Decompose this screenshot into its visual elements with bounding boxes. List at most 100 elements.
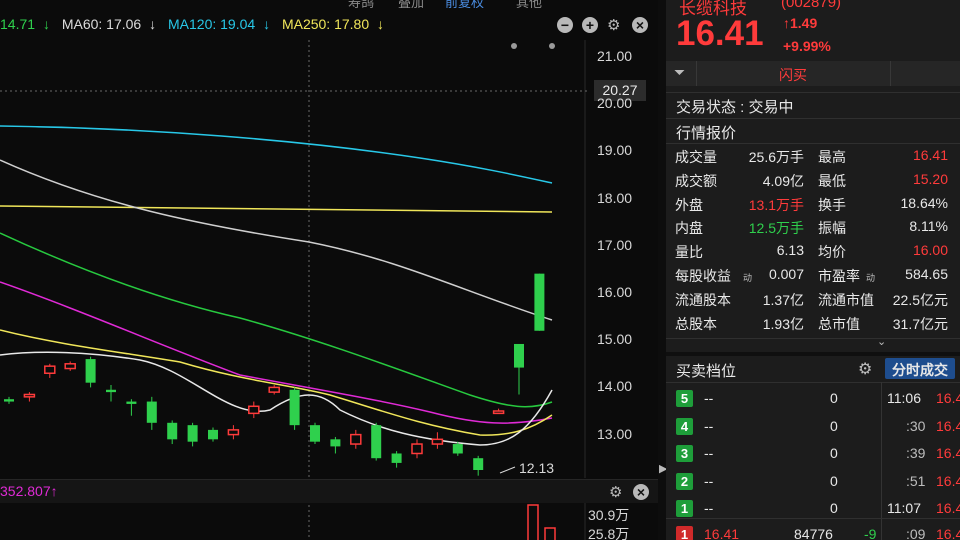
ask-price: -- (704, 390, 714, 406)
candle-body (268, 386, 280, 393)
dropdown-icon[interactable]: ⏷ (674, 64, 685, 81)
tick-price: 16.4 (936, 390, 960, 406)
quote-value: 25.6万手 (748, 149, 804, 165)
candle-body (187, 425, 198, 442)
ask-level-badge: 2 (676, 472, 693, 490)
candle-body (64, 363, 76, 370)
quote-row: 外盘 13.1万手 换手 18.64% (666, 195, 960, 217)
candle-body (310, 425, 320, 442)
quote-label: 每股收益 (675, 268, 731, 284)
quote-label: 流通市值 (818, 291, 874, 308)
y-axis-tick: 20.00 (597, 95, 633, 112)
trade-status: 交易状态 : 交易中 (676, 99, 794, 116)
y-axis-tick: 18.00 (597, 189, 633, 206)
ask-qty: 0 (830, 417, 838, 434)
volume-tick: 30.9万 (588, 507, 630, 523)
tick-price: 16.4 (936, 526, 960, 540)
quote-sup: 动 (866, 273, 876, 283)
quote-value: 12.5万手 (748, 220, 804, 237)
candle-body (146, 401, 157, 423)
candle-body (452, 444, 463, 454)
action-bar: ⏷ 闪买 (666, 61, 960, 86)
gear-icon[interactable]: ⚙ (858, 359, 872, 379)
panel-divider[interactable]: ▶ (658, 0, 667, 540)
quote-label: 最高 (818, 149, 846, 165)
ask-level-badge: 1 (676, 500, 693, 517)
flash-buy-button[interactable]: 闪买 (696, 61, 891, 86)
quote-label: 最低 (818, 172, 846, 189)
candle-body (44, 365, 56, 374)
candle-body (289, 389, 300, 426)
candle-body (208, 429, 218, 440)
quote-value: 15.20 (912, 170, 948, 187)
ask-price: -- (704, 472, 714, 489)
quote-value: 584.65 (905, 266, 948, 282)
close-icon[interactable]: × (633, 484, 649, 500)
candle-body (126, 401, 137, 404)
candle-body (514, 343, 524, 368)
volume-svg (527, 503, 586, 540)
bid-price: 16.41 (704, 526, 740, 540)
quote-label: 均价 (818, 244, 846, 261)
quote-panel: 长缆科技 (002879) 16.41 ↑1.49 +9.99% ⏷ 闪买 交易… (666, 0, 960, 540)
candle-body (391, 453, 402, 463)
kline-chart-pane: 寿鸽 叠加 前复权 其他 14.71 ↓ MA60: 17.06 ↓ MA120… (0, 0, 658, 540)
ask-row[interactable]: 1 -- 0 11:07 16.4 (666, 496, 960, 520)
ask-row[interactable]: 2 -- 0:51 16.4 (666, 469, 960, 493)
tick-price: 16.4 (936, 500, 960, 516)
ask-qty: 0 (830, 390, 838, 406)
candle-body (492, 410, 505, 415)
ask-row[interactable]: 3 -- 0:39 16.4 (666, 441, 960, 465)
stock-app: 寿鸽 叠加 前复权 其他 14.71 ↓ MA60: 17.06 ↓ MA120… (0, 0, 960, 540)
ask-row[interactable]: 4 -- 0:30 16.4 (666, 414, 960, 438)
candle-body (371, 425, 382, 459)
candle-body (248, 405, 260, 415)
quote-value: 16.00 (912, 242, 948, 259)
low-price-label: 12.13 (519, 460, 554, 476)
candle-body (473, 458, 484, 470)
tick-price: 16.4 (936, 445, 960, 461)
quote-value: 31.7亿元 (892, 315, 948, 332)
price-change: ↑1.49 (783, 15, 818, 31)
y-axis-tick: 16.00 (597, 284, 633, 300)
quote-value: 0.007 (768, 266, 804, 282)
y-axis-tick: 21.00 (597, 48, 633, 64)
candle-body (330, 439, 341, 447)
ask-row[interactable]: 5 -- 0 11:06 16.4 (666, 386, 960, 410)
ask-qty: 0 (830, 472, 838, 489)
candle-body (411, 443, 423, 455)
quote-label: 总股本 (675, 315, 717, 332)
candle-body (4, 399, 14, 402)
bid-row[interactable]: 1 16.41 84776 -9 :09 16.4 (666, 522, 960, 540)
quote-label: 外盘 (675, 196, 703, 213)
tick-price: 16.4 (936, 417, 960, 434)
quote-value: 18.64% (900, 194, 948, 211)
candle-body (534, 273, 545, 331)
ask-level-badge: 4 (676, 417, 693, 435)
candle-body (227, 429, 240, 436)
tick-time: :09 (906, 526, 926, 540)
quote-sup: 动 (743, 273, 753, 283)
stock-header: 长缆科技 (002879) 16.41 ↑1.49 +9.99% (666, 0, 960, 62)
y-axis-tick: 14.00 (597, 378, 633, 395)
volume-tick: 25.8万 (588, 526, 630, 540)
candle-body (23, 393, 36, 398)
kline-svg[interactable]: 12.13 (0, 0, 658, 540)
volume-indicator: 352.807↑ (0, 483, 58, 499)
ask-level-badge: 3 (676, 445, 693, 462)
gear-icon[interactable]: ⚙ (609, 483, 622, 501)
tab-tick-trades[interactable]: 分时成交 (885, 358, 955, 379)
candle-body (106, 389, 116, 393)
price-change-pct: +9.99% (783, 38, 831, 54)
order-book-title: 买卖档位 (676, 363, 737, 380)
candle-body (167, 422, 178, 440)
ask-price: -- (704, 500, 714, 516)
quote-row: 流通股本 1.37亿 流通市值 22.5亿元 (666, 290, 960, 312)
y-axis-tick: 17.00 (597, 236, 633, 253)
tick-time: :30 (906, 417, 926, 434)
quote-label: 换手 (818, 196, 846, 213)
y-axis-tick: 15.00 (597, 331, 633, 348)
bid-level-badge: 1 (676, 526, 693, 540)
expand-chevron-icon[interactable]: ⌄ (877, 335, 886, 348)
quote-label: 量比 (675, 244, 703, 261)
